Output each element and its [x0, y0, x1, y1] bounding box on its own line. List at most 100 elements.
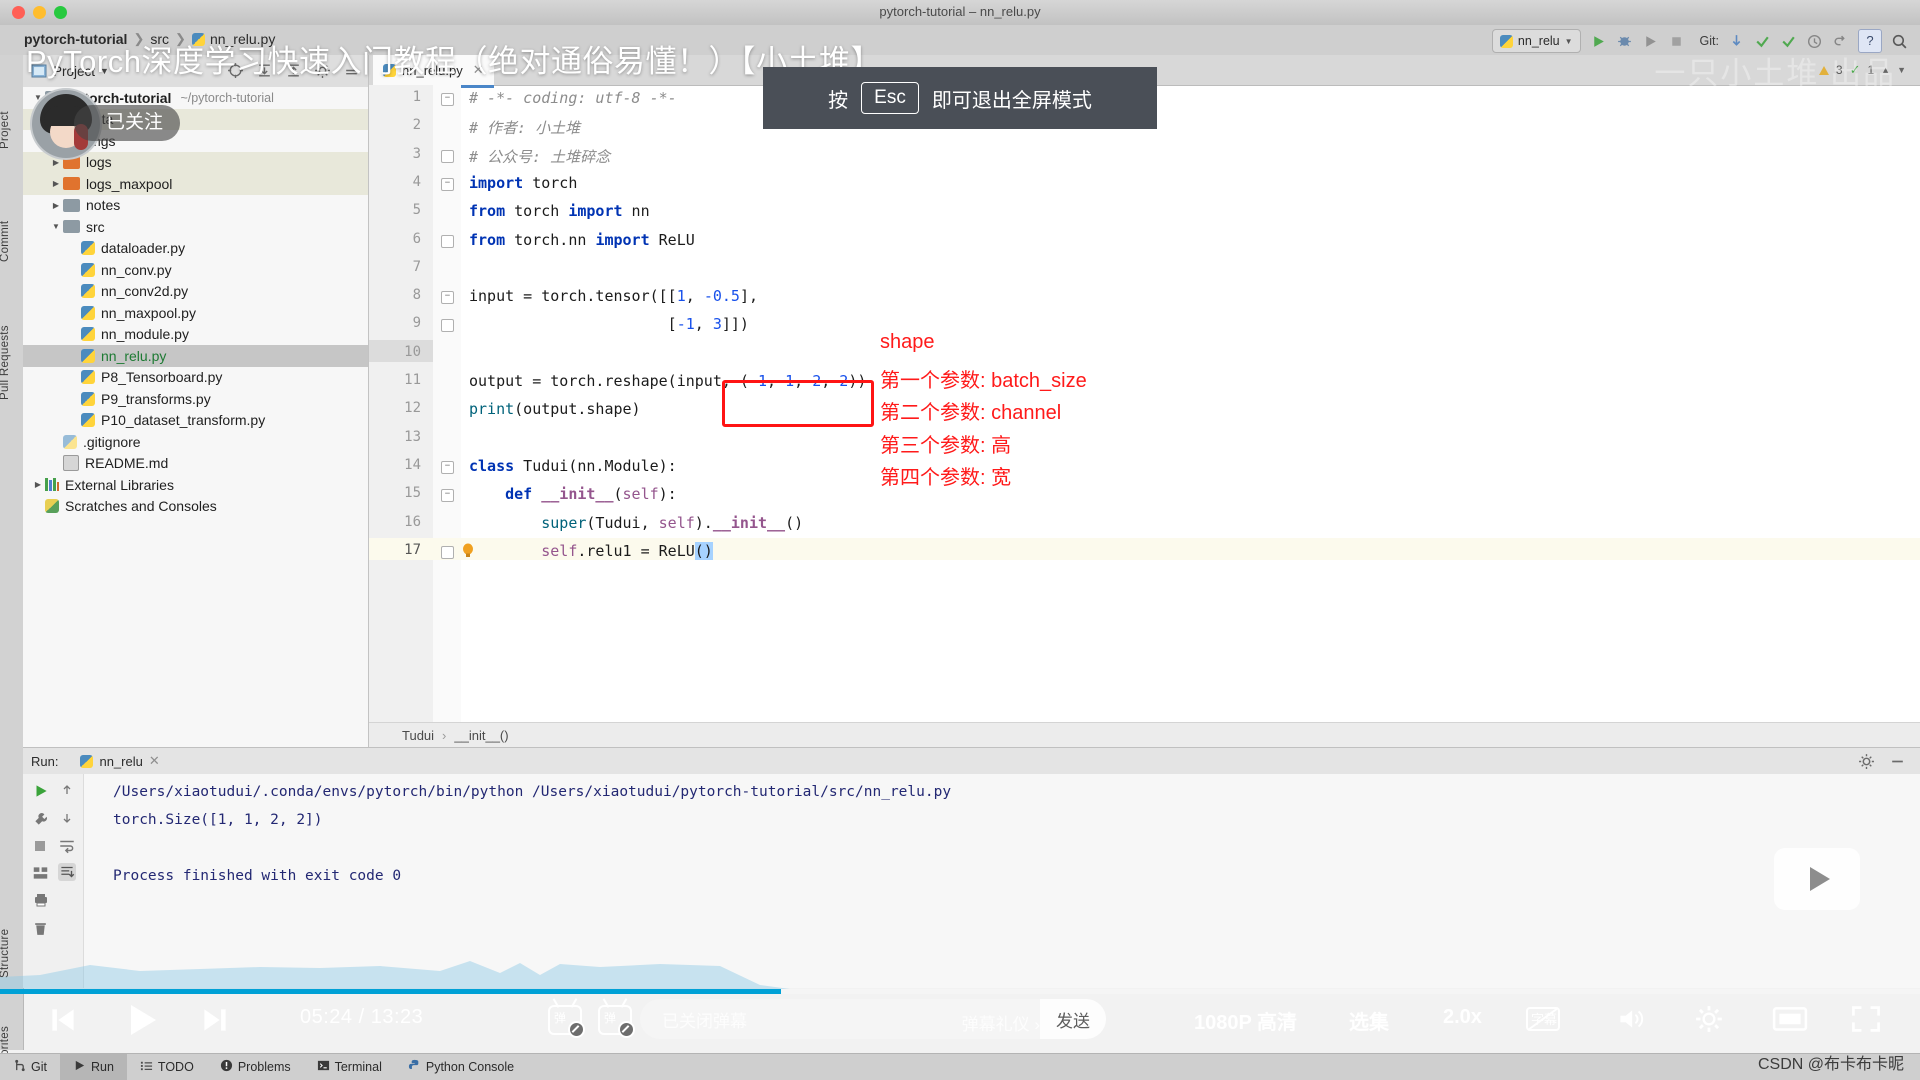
stop-icon[interactable] [1668, 33, 1685, 50]
tree-item-nn-maxpool-py[interactable]: nn_maxpool.py [23, 302, 368, 324]
close-run-tab-icon[interactable]: ✕ [149, 753, 160, 769]
status-bar-item-todo[interactable]: TODO [127, 1054, 207, 1080]
minimize-panel-icon[interactable] [1889, 753, 1906, 770]
scroll-down-icon[interactable] [59, 810, 75, 826]
chevron-down-icon[interactable]: ▼ [49, 222, 63, 231]
tree-item-external-libraries[interactable]: ▶ External Libraries [23, 474, 368, 496]
tree-item-nn-conv2d-py[interactable]: nn_conv2d.py [23, 281, 368, 303]
code-fold-marker[interactable]: − [441, 460, 454, 474]
editor-code-area[interactable]: 1 − # -*- coding: utf-8 -*- 2 # 作者: 小土堆 3 # 公众… [369, 85, 1920, 747]
tree-item-notes[interactable]: ▶ notes [23, 195, 368, 217]
tree-item-nn-module-py[interactable]: nn_module.py [23, 324, 368, 346]
git-push-icon[interactable] [1780, 33, 1797, 50]
code-line[interactable]: # 公众号: 土堆碎念 [469, 146, 610, 167]
danmaku-etiquette-link[interactable]: 弹幕礼仪 › [962, 1010, 1040, 1035]
git-history-icon[interactable] [1806, 33, 1823, 50]
code-line[interactable]: self.relu1 = ReLU() [469, 541, 713, 560]
code-fold-marker[interactable]: − [441, 291, 454, 305]
code-line[interactable]: # 作者: 小土堆 [469, 117, 580, 138]
danmaku-settings-button[interactable]: 弹 [598, 1005, 635, 1038]
code-fold-marker[interactable] [441, 319, 454, 333]
code-fold-marker[interactable] [441, 234, 454, 248]
volume-button[interactable] [1613, 1003, 1647, 1035]
chevron-right-icon[interactable]: ▶ [31, 480, 45, 489]
quality-selector[interactable]: 1080P 高清 [1194, 1006, 1297, 1035]
run-configuration-selector[interactable]: nn_relu ▼ [1491, 29, 1581, 53]
play-pause-button[interactable] [120, 1000, 162, 1040]
code-line[interactable]: print(output.shape) [469, 400, 641, 418]
chevron-right-icon[interactable]: ▶ [49, 201, 63, 210]
git-revert-icon[interactable] [1832, 33, 1849, 50]
tree-item--gitignore[interactable]: .gitignore [23, 431, 368, 453]
followed-badge[interactable]: 已关注 [74, 105, 181, 141]
subtitle-button[interactable]: 字幕 [1525, 1003, 1561, 1035]
fullscreen-button[interactable] [1848, 1003, 1884, 1035]
scroll-up-icon[interactable] [59, 782, 75, 798]
rerun-icon[interactable] [32, 782, 50, 800]
code-line[interactable]: super(Tudui, self).__init__() [469, 514, 803, 532]
run-tab-nn-relu[interactable]: nn_relu ✕ [80, 753, 160, 769]
episode-selector[interactable]: 选集 [1349, 1006, 1389, 1035]
stop-icon[interactable] [32, 838, 48, 854]
tree-item-label: P10_dataset_transform.py [101, 412, 266, 429]
danmaku-send-button[interactable]: 发送 [1040, 999, 1106, 1039]
code-fold-marker[interactable] [441, 149, 454, 163]
run-icon[interactable] [1590, 33, 1607, 50]
soft-wrap-icon[interactable] [58, 837, 76, 855]
editor-breadcrumb-class[interactable]: Tudui [402, 728, 434, 743]
tree-item-p8-tensorboard-py[interactable]: P8_Tensorboard.py [23, 367, 368, 389]
run-tool-window: Run: nn_relu ✕ /Users/xiaotudui/.conda/e… [23, 747, 1920, 988]
print-icon[interactable] [32, 892, 50, 908]
previous-episode-button[interactable] [46, 1004, 80, 1036]
print-grid-icon[interactable] [31, 864, 50, 882]
run-coverage-icon[interactable] [1642, 33, 1659, 50]
settings-button[interactable] [1692, 1003, 1726, 1035]
tree-item-nn-conv-py[interactable]: nn_conv.py [23, 259, 368, 281]
code-line[interactable]: class Tudui(nn.Module): [469, 457, 677, 475]
tree-item-p10-dataset-transform-py[interactable]: P10_dataset_transform.py [23, 410, 368, 432]
chevron-right-icon[interactable]: ▶ [49, 179, 63, 188]
code-line[interactable]: # -*- coding: utf-8 -*- [469, 89, 677, 107]
code-fold-marker[interactable]: − [441, 177, 454, 191]
web-fullscreen-button[interactable] [1772, 1006, 1808, 1034]
tree-item-p9-transforms-py[interactable]: P9_transforms.py [23, 388, 368, 410]
gear-icon[interactable] [1858, 753, 1875, 770]
playback-speed-selector[interactable]: 2.0x [1443, 1006, 1482, 1029]
wrench-icon[interactable] [32, 810, 50, 828]
status-bar-item-terminal[interactable]: Terminal [304, 1054, 395, 1080]
sidebar-tab-commit[interactable]: Commit [0, 203, 22, 279]
status-bar-item-python-console[interactable]: Python Console [395, 1054, 527, 1080]
danmaku-toggle-button[interactable]: 弹 [548, 1005, 585, 1038]
git-update-icon[interactable] [1728, 33, 1745, 50]
code-fold-marker[interactable] [441, 545, 454, 559]
tree-item-src[interactable]: ▼ src [23, 216, 368, 238]
code-line[interactable]: def __init__(self): [469, 485, 677, 503]
sidebar-tab-project[interactable]: Project [0, 91, 22, 169]
tree-item-nn-relu-py[interactable]: nn_relu.py [23, 345, 368, 367]
debug-icon[interactable] [1616, 33, 1633, 50]
sidebar-tab-pull-requests[interactable]: Pull Requests [0, 301, 22, 425]
code-line[interactable]: from torch.nn import ReLU [469, 231, 695, 249]
code-line[interactable]: import torch [469, 174, 577, 192]
danmaku-input-group[interactable]: 已关闭弹幕 弹幕礼仪 › 发送 [640, 999, 1106, 1039]
status-bar-item-problems[interactable]: Problems [207, 1054, 304, 1080]
chevron-down-icon[interactable]: ▼ [1897, 65, 1906, 75]
git-commit-icon[interactable] [1754, 33, 1771, 50]
next-episode-button[interactable] [198, 1004, 232, 1036]
code-fold-marker[interactable]: − [441, 489, 454, 503]
status-bar-item-run[interactable]: Run [59, 1054, 127, 1080]
code-fold-marker[interactable]: − [441, 93, 454, 106]
tree-item-scratches-and-consoles[interactable]: Scratches and Consoles [23, 496, 368, 518]
tree-item-readme-md[interactable]: README.md [23, 453, 368, 475]
floating-play-button[interactable] [1774, 848, 1860, 910]
status-bar-item-git[interactable]: Git [0, 1054, 60, 1080]
tree-item-dataloader-py[interactable]: dataloader.py [23, 238, 368, 260]
tree-item-logs-maxpool[interactable]: ▶ logs_maxpool [23, 173, 368, 195]
trash-icon[interactable] [32, 920, 49, 937]
code-line[interactable]: from torch import nn [469, 202, 650, 220]
editor-breadcrumb-method[interactable]: __init__() [454, 728, 508, 743]
code-line[interactable]: [-1, 3]]) [469, 315, 749, 333]
scroll-to-end-icon[interactable] [58, 863, 76, 881]
code-line[interactable]: input = torch.tensor([[1, -0.5], [469, 287, 758, 305]
search-icon[interactable] [1891, 33, 1908, 50]
